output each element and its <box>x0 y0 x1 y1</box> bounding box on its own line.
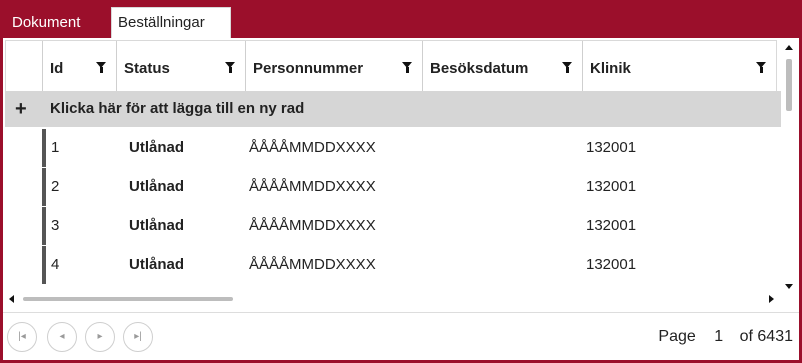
vertical-scroll-thumb[interactable] <box>786 59 792 111</box>
column-header-besoksdatum[interactable]: Besöksdatum <box>423 41 583 97</box>
column-header-label: Besöksdatum <box>430 60 529 77</box>
column-header-id[interactable]: Id <box>43 41 117 97</box>
cell-status: Utlånad <box>129 256 185 273</box>
tab-dokument[interactable]: Dokument <box>12 8 80 38</box>
filter-icon[interactable] <box>225 62 235 73</box>
cell-status: Utlånad <box>129 139 185 156</box>
current-page[interactable]: 1 <box>714 328 723 345</box>
next-page-icon: ▸ <box>97 331 103 342</box>
cell-klinik: 132001 <box>586 217 637 234</box>
page-count: of 6431 <box>739 328 793 345</box>
prev-page-button[interactable]: ◂ <box>47 322 77 352</box>
plus-icon: + <box>15 98 27 120</box>
table-row[interactable]: 1 Utlånad ÅÅÅÅMMDDXXXX 132001 <box>5 129 781 167</box>
cell-id: 3 <box>51 217 60 234</box>
cell-id: 1 <box>51 139 60 156</box>
filter-icon[interactable] <box>562 62 572 73</box>
column-header-status[interactable]: Status <box>117 41 246 97</box>
row-indicator <box>42 168 46 206</box>
column-header-label: Personnummer <box>253 60 364 77</box>
window-frame: Dokument Beställningar Id Status Personn… <box>0 0 802 363</box>
column-header-label: Status <box>124 60 170 77</box>
tab-bar: Dokument Beställningar <box>0 0 802 38</box>
last-page-button[interactable]: ▸| <box>123 322 153 352</box>
page-label: Page <box>658 328 696 345</box>
add-new-row-label: Klicka här för att lägga till en ny rad <box>50 100 305 117</box>
cell-personnummer: ÅÅÅÅMMDDXXXX <box>249 217 376 234</box>
column-header-label: Id <box>50 60 64 77</box>
cell-id: 2 <box>51 178 60 195</box>
cell-status: Utlånad <box>129 178 185 195</box>
row-indicator <box>42 129 46 167</box>
cell-klinik: 132001 <box>586 139 637 156</box>
cell-personnummer: ÅÅÅÅMMDDXXXX <box>249 256 376 273</box>
grid-header: Id Status Personnummer Besöksdatum Klini… <box>5 40 777 98</box>
grid-rows: 1 Utlånad ÅÅÅÅMMDDXXXX 132001 2 Utlånad … <box>5 129 781 289</box>
cell-personnummer: ÅÅÅÅMMDDXXXX <box>249 178 376 195</box>
row-indicator <box>42 207 46 245</box>
column-header-personnummer[interactable]: Personnummer <box>246 41 423 97</box>
filter-icon[interactable] <box>756 62 766 73</box>
column-header-label: Klinik <box>590 60 631 77</box>
next-page-button[interactable]: ▸ <box>85 322 115 352</box>
pager: |◂ ◂ ▸ ▸| Page 1 of 6431 <box>3 312 799 360</box>
first-page-icon: |◂ <box>18 331 26 342</box>
cell-personnummer: ÅÅÅÅMMDDXXXX <box>249 139 376 156</box>
page-info: Page 1 of 6431 <box>652 313 793 361</box>
table-row[interactable]: 2 Utlånad ÅÅÅÅMMDDXXXX 132001 <box>5 168 781 206</box>
cell-klinik: 132001 <box>586 178 637 195</box>
column-header-klinik[interactable]: Klinik <box>583 41 776 97</box>
cell-id: 4 <box>51 256 60 273</box>
last-page-icon: ▸| <box>134 331 142 342</box>
horizontal-scrollbar[interactable] <box>5 292 781 306</box>
table-row[interactable]: 3 Utlånad ÅÅÅÅMMDDXXXX 132001 <box>5 207 781 245</box>
scroll-left-icon[interactable] <box>9 295 14 303</box>
filter-icon[interactable] <box>402 62 412 73</box>
scroll-right-icon[interactable] <box>769 295 774 303</box>
cell-klinik: 132001 <box>586 256 637 273</box>
row-selector-header <box>6 41 43 97</box>
filter-icon[interactable] <box>96 62 106 73</box>
prev-page-icon: ◂ <box>59 331 65 342</box>
add-new-row[interactable]: + Klicka här för att lägga till en ny ra… <box>5 91 781 127</box>
grid-panel: Id Status Personnummer Besöksdatum Klini… <box>3 38 799 360</box>
scroll-down-icon[interactable] <box>785 284 793 289</box>
table-row[interactable]: 4 Utlånad ÅÅÅÅMMDDXXXX 132001 <box>5 246 781 284</box>
vertical-scrollbar[interactable] <box>782 41 796 291</box>
row-indicator <box>42 246 46 284</box>
cell-status: Utlånad <box>129 217 185 234</box>
tab-bestallningar[interactable]: Beställningar <box>111 7 231 38</box>
horizontal-scroll-thumb[interactable] <box>23 297 233 301</box>
scroll-up-icon[interactable] <box>785 45 793 50</box>
first-page-button[interactable]: |◂ <box>7 322 37 352</box>
